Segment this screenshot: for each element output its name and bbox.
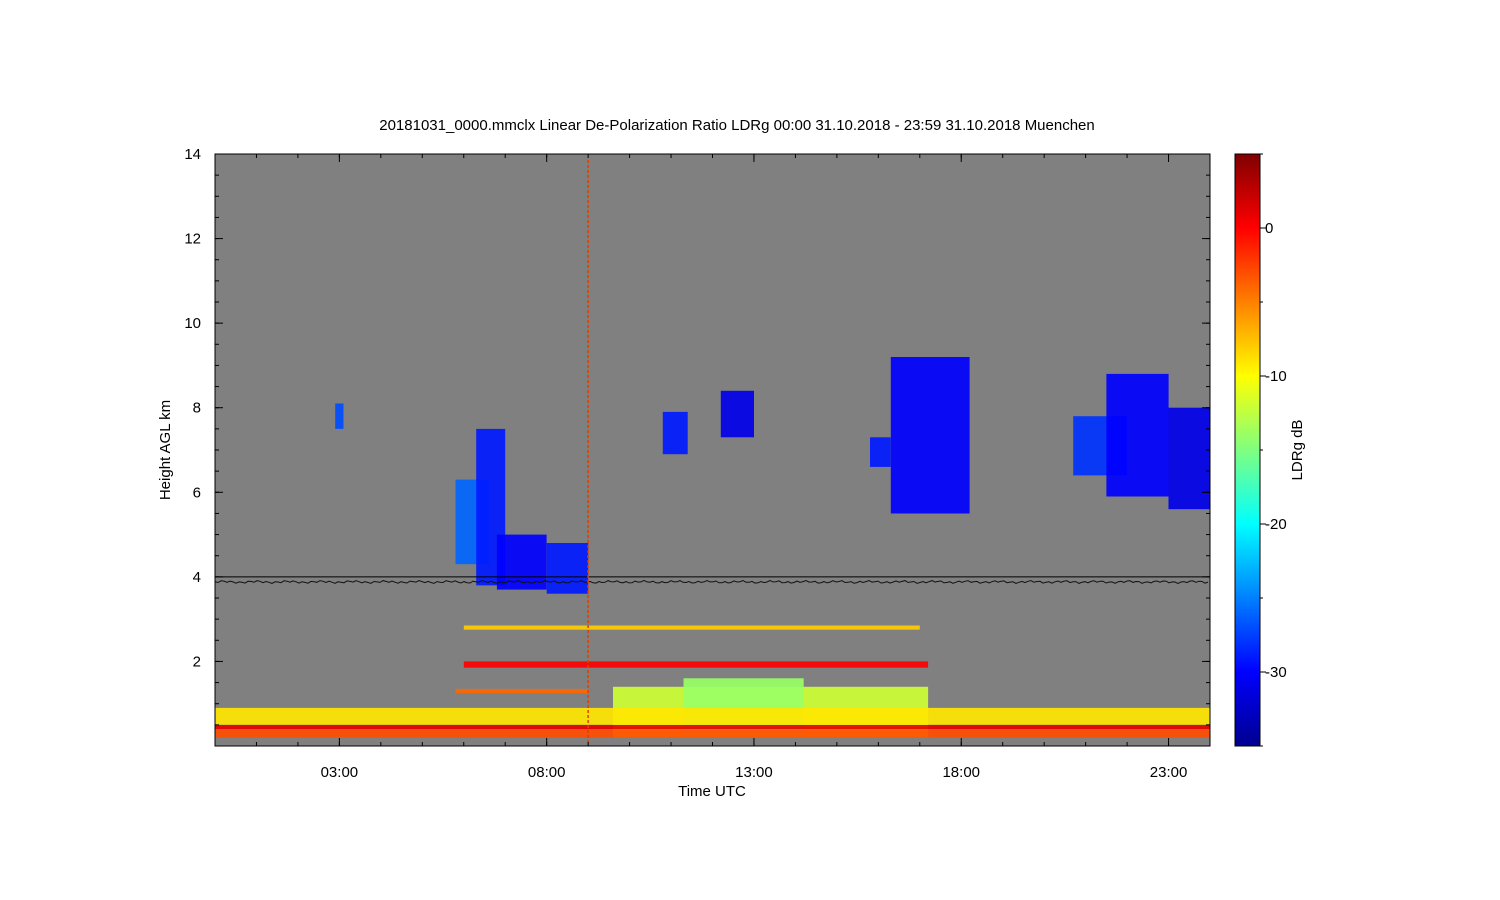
x-tick-label-3: 18:00 [942,764,980,781]
y-tick-label-5: 12 [184,231,201,248]
x-tick-label-1: 08:00 [528,764,566,781]
ldr-heatmap-chart: 20181031_0000.mmclx Linear De-Polarizati… [157,117,1306,800]
heatmap-region-7 [870,437,891,467]
colorbar-tick-label-0: 0 [1265,220,1273,237]
y-tick-label-4: 10 [184,315,201,332]
plot-background [215,154,1210,746]
heatmap-region-4 [546,543,589,594]
heatmap-region-17 [463,661,929,668]
y-tick-label-6: 14 [184,146,201,163]
heatmap-region-14 [215,724,1210,730]
colorbar-label: LDRg dB [1289,420,1306,481]
colorbar [1234,153,1261,747]
heatmap-region-0 [335,403,344,429]
colorbar-tick-label-2: -20 [1265,516,1287,533]
x-axis-label: Time UTC [678,783,746,800]
x-tick-label-0: 03:00 [321,764,359,781]
heatmap-region-18 [463,625,920,630]
colorbar-tick-label-1: -10 [1265,368,1287,385]
colorbar-tick-label-3: -30 [1265,664,1287,681]
x-tick-label-2: 13:00 [735,764,773,781]
heatmap-region-11 [1168,407,1210,510]
colorbar-ticks: 0 -10 -20 -30 [1260,153,1287,747]
x-tick-label-4: 23:00 [1150,764,1188,781]
y-tick-label-1: 4 [193,569,201,586]
heatmap-region-8 [890,357,970,514]
heatmap-region-15 [215,729,1210,738]
heatmap-region-10 [1106,373,1169,497]
y-tick-label-3: 8 [193,400,201,417]
heatmap-region-19 [455,688,589,694]
y-tick-label-0: 2 [193,653,201,670]
chart-title: 20181031_0000.mmclx Linear De-Polarizati… [379,117,1095,134]
heatmap-region-16 [215,707,1210,725]
heatmap-region-6 [720,390,754,438]
y-tick-label-2: 6 [193,484,201,501]
heatmap-region-5 [662,411,688,455]
heatmap-region-3 [496,534,547,590]
y-axis-label: Height AGL km [157,400,174,500]
